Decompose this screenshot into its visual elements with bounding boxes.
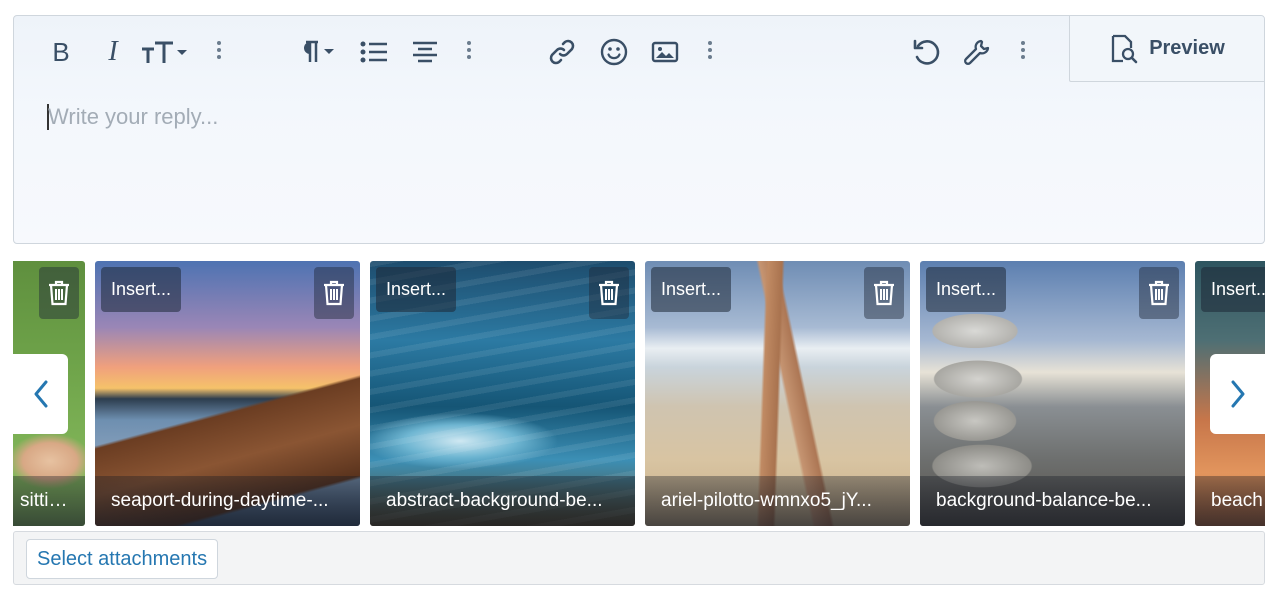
insert-attachment-button[interactable]: Insert... (1201, 267, 1265, 312)
attachment-tile: Insert... abstract-background-be... (370, 261, 635, 526)
delete-attachment-button[interactable] (864, 267, 904, 319)
more-icon[interactable] (706, 41, 714, 63)
attachment-carousel: sittin... Insert... seaport-during-dayti… (13, 261, 1265, 526)
insert-attachment-button[interactable]: Insert... (101, 267, 182, 312)
trash-icon (49, 280, 69, 306)
bold-icon: B (52, 36, 70, 67)
reply-input[interactable]: Write your reply... (47, 102, 1234, 222)
trash-icon (1149, 280, 1169, 306)
carousel-prev-button[interactable] (13, 354, 68, 434)
attachment-filename: sittin... (13, 476, 85, 526)
insert-attachment-button[interactable]: Insert... (651, 267, 732, 312)
bold-button[interactable]: B (47, 36, 75, 68)
more-icon[interactable] (215, 41, 223, 63)
wrench-icon (964, 39, 990, 65)
reply-editor: B I Preview Write your reply... (13, 15, 1265, 244)
delete-attachment-button[interactable] (314, 267, 354, 319)
preview-label: Preview (1149, 37, 1225, 59)
attachment-tile: Insert... ariel-pilotto-wmnxo5_jY... (645, 261, 910, 526)
attachment-filename: background-balance-be... (920, 476, 1185, 526)
insert-attachment-button[interactable]: Insert... (926, 267, 1007, 312)
italic-button[interactable]: I (99, 36, 127, 68)
trash-icon (599, 280, 619, 306)
bullet-list-button[interactable] (359, 36, 389, 68)
trash-icon (324, 280, 344, 306)
more-icon[interactable] (1019, 41, 1027, 63)
emoji-icon (600, 38, 628, 66)
paragraph-button[interactable] (291, 36, 337, 68)
image-button[interactable] (650, 36, 680, 68)
reply-placeholder: Write your reply... (48, 104, 219, 129)
link-button[interactable] (547, 36, 577, 68)
chevron-right-icon (1231, 380, 1244, 408)
bullet-list-icon (360, 41, 387, 63)
insert-attachment-button[interactable]: Insert... (376, 267, 457, 312)
attachment-filename: beach (1195, 476, 1265, 526)
attachment-tile: Insert... background-balance-be... (920, 261, 1185, 526)
more-icon[interactable] (465, 41, 473, 63)
editor-toolbar: B I (14, 16, 1070, 88)
carousel-next-button[interactable] (1210, 354, 1265, 434)
tools-button[interactable] (962, 36, 992, 68)
attachments-bar: Select attachments (13, 531, 1265, 585)
attachment-filename: abstract-background-be... (370, 476, 635, 526)
image-icon (651, 41, 679, 63)
preview-icon (1112, 34, 1138, 63)
link-icon (549, 39, 575, 65)
undo-icon (913, 39, 940, 65)
select-attachments-button[interactable]: Select attachments (26, 539, 219, 579)
emoji-button[interactable] (599, 36, 629, 68)
attachment-filename: ariel-pilotto-wmnxo5_jY... (645, 476, 910, 526)
undo-button[interactable] (911, 36, 941, 68)
italic-icon: I (108, 36, 118, 67)
trash-icon (874, 280, 894, 306)
delete-attachment-button[interactable] (589, 267, 629, 319)
text-size-icon (142, 41, 187, 63)
text-size-button[interactable] (138, 36, 188, 68)
align-icon (413, 41, 437, 63)
attachment-filename: seaport-during-daytime-... (95, 476, 360, 526)
preview-button[interactable]: Preview (1069, 16, 1264, 82)
align-button[interactable] (411, 36, 439, 68)
paragraph-icon (304, 40, 334, 62)
delete-attachment-button[interactable] (1139, 267, 1179, 319)
chevron-left-icon (34, 380, 47, 408)
delete-attachment-button[interactable] (39, 267, 79, 319)
attachment-tile: Insert... seaport-during-daytime-... (95, 261, 360, 526)
